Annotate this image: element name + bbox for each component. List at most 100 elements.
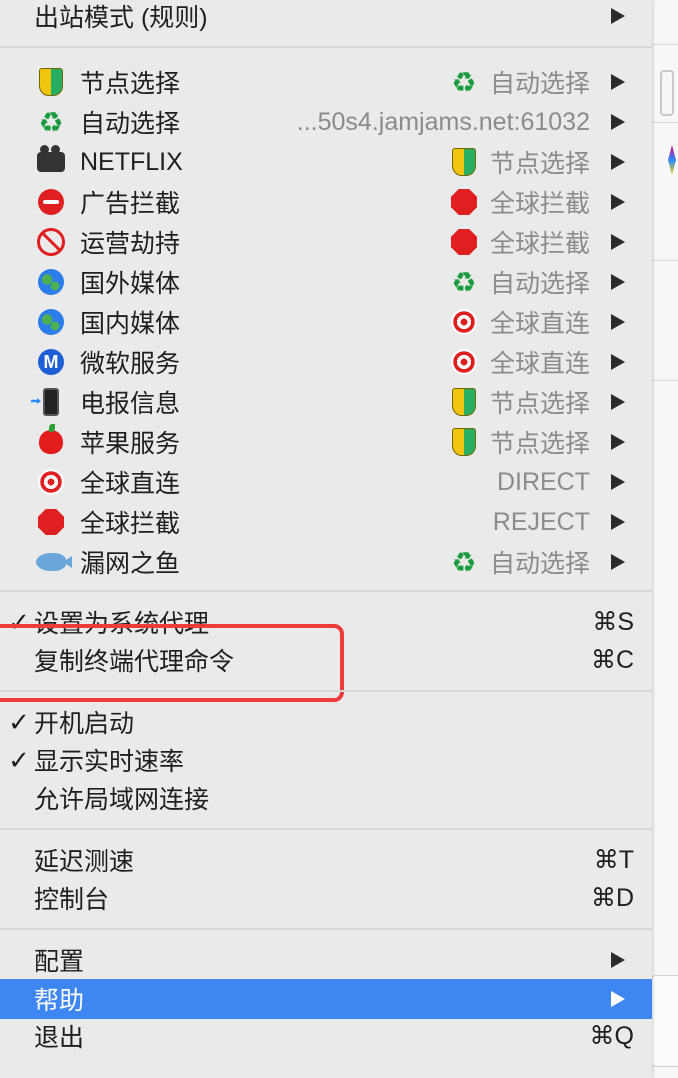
divider — [652, 260, 678, 261]
circled-m-icon: M — [36, 347, 66, 377]
menu-item-proxy-group[interactable]: ♻ 自动选择 ...50s4.jamjams.net:61032 — [0, 102, 652, 142]
submenu-arrow-icon — [611, 8, 625, 24]
beginner-shield-icon — [448, 387, 480, 417]
proxy-group-value-text: DIRECT — [496, 467, 590, 496]
beginner-shield-icon — [36, 67, 66, 97]
proxy-group-value: ♻ 自动选择 — [448, 544, 590, 580]
scroll-indicator — [660, 70, 674, 116]
proxy-group-value: 节点选择 — [448, 384, 590, 420]
proxy-group-value: 全球拦截 — [448, 224, 590, 260]
no-entry-icon — [36, 187, 66, 217]
submenu-arrow-icon — [611, 234, 625, 250]
menu-item-proxy-group[interactable]: 国内媒体 全球直连 — [0, 302, 652, 342]
proxy-group-value-text: 节点选择 — [489, 390, 590, 418]
proxy-group-value: ...50s4.jamjams.net:61032 — [297, 108, 590, 137]
menu-item-proxy-group[interactable]: 全球直连 DIRECT — [0, 462, 652, 502]
proxy-group-label: 漏网之鱼 — [80, 550, 181, 578]
keyboard-shortcut: ⌘T — [593, 846, 634, 874]
globe-icon — [36, 267, 66, 297]
menu-item-allow-lan[interactable]: 允许局域网连接 — [0, 778, 652, 818]
proxy-group-value: 全球拦截 — [448, 184, 590, 220]
divider — [652, 122, 678, 123]
keyboard-shortcut: ⌘C — [590, 646, 634, 674]
menu-item-proxy-group[interactable]: 国外媒体 ♻ 自动选择 — [0, 262, 652, 302]
menu-separator — [0, 46, 652, 48]
divider — [652, 380, 678, 381]
prohibited-icon — [36, 227, 66, 257]
menu-separator — [0, 828, 652, 830]
proxy-group-label: NETFLIX — [80, 147, 183, 176]
proxy-group-label: 节点选择 — [80, 70, 181, 98]
proxy-group-value-text: 节点选择 — [489, 430, 590, 458]
proxy-group-value: ♻ 自动选择 — [448, 264, 590, 300]
mobile-arrow-icon — [36, 387, 66, 417]
keyboard-shortcut: ⌘D — [590, 884, 634, 912]
recycle-icon: ♻ — [451, 66, 477, 98]
proxy-group-value-text: 自动选择 — [489, 550, 590, 578]
keyboard-shortcut: ⌘Q — [589, 1022, 634, 1050]
submenu-arrow-icon — [611, 194, 625, 210]
menu-item-proxy-group[interactable]: 全球拦截 REJECT — [0, 502, 652, 542]
menu-item-proxy-group[interactable]: 电报信息 节点选择 — [0, 382, 652, 422]
proxy-group-value: 节点选择 — [448, 424, 590, 460]
menu-item-proxy-group[interactable]: NETFLIX 节点选择 — [0, 142, 652, 182]
fish-icon — [36, 547, 72, 577]
menu-item-label: 配置 — [34, 948, 85, 976]
proxy-group-value: 全球直连 — [448, 344, 590, 380]
proxy-group-label: 全球拦截 — [80, 510, 181, 538]
app-logo-icon — [668, 145, 676, 175]
submenu-arrow-icon — [611, 394, 625, 410]
divider — [652, 44, 678, 45]
checkmark-icon: ✓ — [8, 706, 30, 737]
proxy-group-label: 微软服务 — [80, 350, 181, 378]
red-apple-icon — [36, 424, 66, 457]
submenu-arrow-icon — [611, 314, 625, 330]
menu-item-proxy-group[interactable]: M 微软服务 全球直连 — [0, 342, 652, 382]
proxy-group-value-text: 节点选择 — [489, 150, 590, 178]
keyboard-shortcut: ⌘S — [592, 608, 634, 636]
movie-camera-icon — [36, 145, 66, 177]
proxy-group-value-text: REJECT — [492, 507, 590, 536]
direct-hit-icon — [448, 307, 480, 337]
menu-item-proxy-group[interactable]: 节点选择 ♻ 自动选择 — [0, 62, 652, 102]
recycle-icon: ♻ — [38, 106, 64, 138]
submenu-arrow-icon — [611, 991, 625, 1007]
proxy-group-value: ♻ 自动选择 — [448, 64, 590, 100]
recycle-icon: ♻ — [451, 266, 477, 298]
menu-item-quit[interactable]: 退出 ⌘Q — [0, 1016, 652, 1056]
menu-item-latency-test[interactable]: 延迟测速 ⌘T — [0, 840, 652, 880]
submenu-arrow-icon — [611, 434, 625, 450]
menu-item-proxy-group[interactable]: 广告拦截 全球拦截 — [0, 182, 652, 222]
menu-item-console[interactable]: 控制台 ⌘D — [0, 878, 652, 918]
menu-item-config[interactable]: 配置 — [0, 940, 652, 980]
proxy-group-value-text: 自动选择 — [489, 70, 590, 98]
submenu-arrow-icon — [611, 114, 625, 130]
menu-separator — [0, 590, 652, 592]
menu-item-proxy-group[interactable]: 运营劫持 全球拦截 — [0, 222, 652, 262]
menu-item-show-speed[interactable]: ✓ 显示实时速率 — [0, 740, 652, 780]
proxy-group-value: 节点选择 — [448, 144, 590, 180]
submenu-arrow-icon — [611, 474, 625, 490]
submenu-arrow-icon — [611, 74, 625, 90]
proxy-group-label: 国内媒体 — [80, 310, 181, 338]
submenu-arrow-icon — [611, 952, 625, 968]
menu-item-outbound-mode[interactable]: 出站模式 (规则) — [0, 0, 652, 36]
menu-item-label: 出站模式 (规则) — [34, 4, 208, 32]
menu-item-launch-at-login[interactable]: ✓ 开机启动 — [0, 702, 652, 742]
menu-separator — [0, 928, 652, 930]
menu-item-label: 延迟测速 — [34, 848, 135, 876]
menu-item-proxy-group[interactable]: 苹果服务 节点选择 — [0, 422, 652, 462]
submenu-arrow-icon — [611, 554, 625, 570]
beginner-shield-icon — [448, 147, 480, 177]
menu-item-help[interactable]: 帮助 — [0, 979, 652, 1019]
submenu-arrow-icon — [611, 354, 625, 370]
proxy-group-label: 自动选择 — [80, 110, 181, 138]
checkmark-icon: ✓ — [8, 744, 30, 775]
beginner-shield-icon — [448, 427, 480, 457]
proxy-group-value-text: 全球直连 — [489, 350, 590, 378]
menu-item-proxy-group[interactable]: 漏网之鱼 ♻ 自动选择 — [0, 542, 652, 582]
proxy-group-value-text: 全球拦截 — [489, 230, 590, 258]
proxy-group-value-text: 全球拦截 — [489, 190, 590, 218]
menu-item-label: 退出 — [34, 1024, 85, 1052]
proxy-group-label: 运营劫持 — [80, 230, 181, 258]
